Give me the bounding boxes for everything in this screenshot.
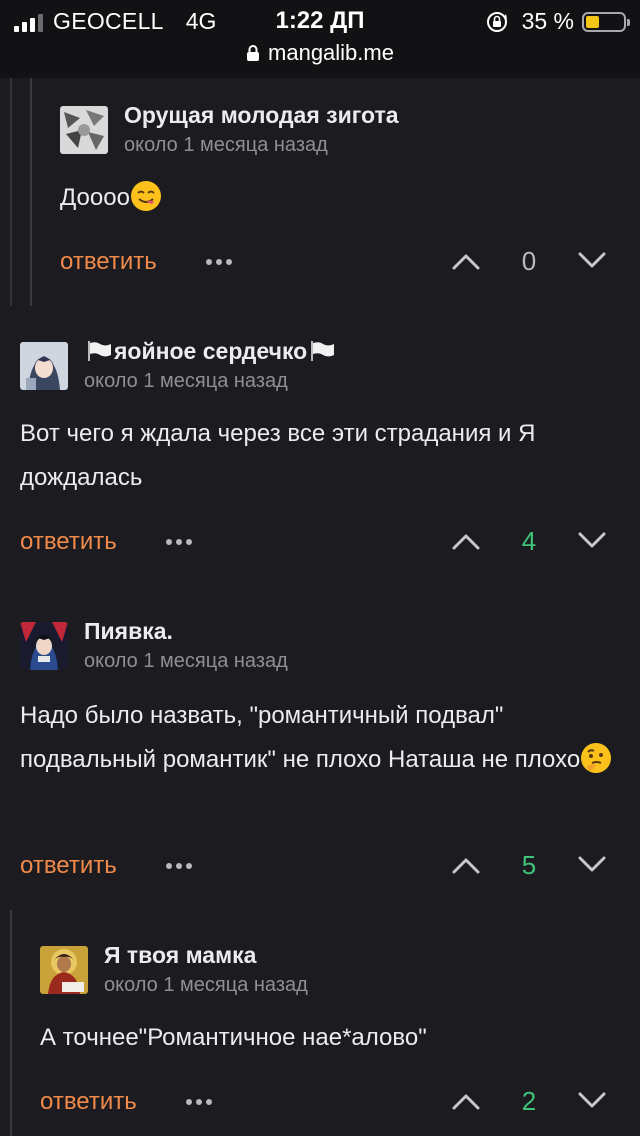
- battery-icon: [582, 11, 630, 32]
- url-text: mangalib.me: [268, 40, 394, 65]
- reply-button[interactable]: ответить: [20, 528, 117, 556]
- upvote-icon[interactable]: [452, 252, 480, 270]
- reply-button[interactable]: ответить: [20, 852, 117, 880]
- comment-text: А точнее"Романтичное нае*алово": [40, 1024, 427, 1051]
- white-flag-icon: [311, 341, 335, 361]
- padlock-icon: [247, 45, 260, 61]
- avatar[interactable]: [40, 946, 88, 994]
- anime-avatar-image: [20, 342, 68, 390]
- manga-avatar-image: [60, 106, 108, 154]
- username[interactable]: Я твоя мамка: [104, 942, 256, 969]
- comment-text: Надо было назвать, "романтичный подвал" …: [20, 694, 630, 782]
- upvote-icon[interactable]: [452, 1092, 480, 1110]
- comment-text-content: Доооо: [60, 184, 130, 211]
- avatar[interactable]: [20, 622, 68, 670]
- comment-text: Вот чего я ждала через все эти страдания…: [20, 420, 536, 491]
- more-options-button[interactable]: [206, 259, 232, 265]
- comment: Орущая молодая зигота около 1 месяца наз…: [0, 78, 640, 306]
- comment-text-content: Надо было назвать, "романтичный подвал" …: [20, 702, 581, 773]
- thinking-face-emoji: [581, 743, 612, 773]
- reply-button[interactable]: ответить: [40, 1088, 137, 1116]
- comment: яойное сердечко около 1 месяца назад Вот…: [0, 306, 640, 586]
- upvote-icon[interactable]: [452, 532, 480, 550]
- comment-time: около 1 месяца назад: [84, 650, 288, 672]
- score: 0: [521, 246, 537, 276]
- avatar[interactable]: [20, 342, 68, 390]
- avatar[interactable]: [60, 106, 108, 154]
- rotation-lock-icon: [486, 11, 507, 32]
- downvote-icon[interactable]: [578, 1092, 606, 1110]
- icon-avatar-image: [40, 946, 88, 994]
- comment: Пиявка. около 1 месяца назад Надо было н…: [0, 586, 640, 910]
- downvote-icon[interactable]: [578, 532, 606, 550]
- battery-tip: [627, 18, 630, 26]
- comment-time: около 1 месяца назад: [104, 974, 308, 996]
- more-options-button[interactable]: [186, 1099, 212, 1105]
- downvote-icon[interactable]: [578, 252, 606, 270]
- status-right: 35 %: [486, 8, 630, 35]
- more-options-button[interactable]: [166, 863, 192, 869]
- comment-text: Доооо: [60, 176, 162, 220]
- comment-time: около 1 месяца назад: [84, 370, 288, 392]
- score: 5: [521, 850, 537, 880]
- reply-button[interactable]: ответить: [60, 248, 157, 276]
- status-bar: GEOCELL 4G 1:22 ДП 35 % mangalib.me: [0, 0, 640, 78]
- white-flag-icon: [88, 341, 111, 361]
- score: 2: [521, 1086, 537, 1116]
- username-text: яойное сердечко: [114, 338, 308, 364]
- username[interactable]: Орущая молодая зигота: [124, 102, 399, 129]
- username[interactable]: яойное сердечко: [84, 338, 337, 365]
- more-options-button[interactable]: [166, 539, 192, 545]
- upvote-icon[interactable]: [452, 856, 480, 874]
- address-bar[interactable]: mangalib.me: [0, 40, 640, 66]
- username[interactable]: Пиявка.: [84, 618, 173, 645]
- downvote-icon[interactable]: [578, 856, 606, 874]
- yum-face-emoji: [130, 181, 161, 211]
- score: 4: [521, 526, 537, 556]
- comment: Я твоя мамка около 1 месяца назад А точн…: [0, 910, 640, 1136]
- comment-time: около 1 месяца назад: [124, 134, 328, 156]
- anime-avatar-image: [20, 622, 68, 670]
- battery-percent: 35 %: [521, 8, 574, 34]
- battery-fill: [586, 15, 599, 28]
